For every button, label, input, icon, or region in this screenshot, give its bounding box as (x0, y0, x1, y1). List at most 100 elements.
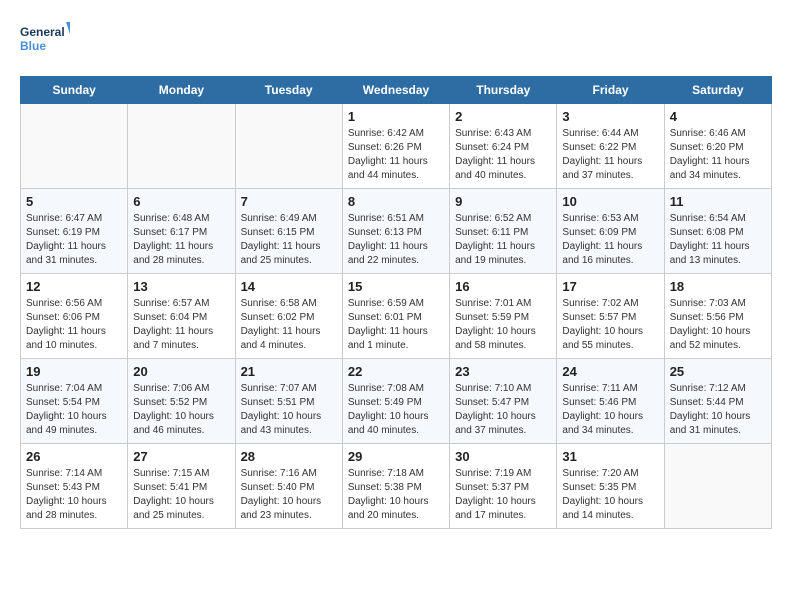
day-info: Sunrise: 7:07 AM Sunset: 5:51 PM Dayligh… (241, 382, 337, 438)
day-number: 26 (26, 449, 122, 464)
day-number: 17 (562, 279, 658, 294)
calendar-cell: 6 Sunrise: 6:48 AM Sunset: 6:17 PM Daylig… (128, 189, 235, 274)
day-info: Sunrise: 7:06 AM Sunset: 5:52 PM Dayligh… (133, 382, 229, 438)
calendar-cell: 7Sunrise: 6:49 AM Sunset: 6:15 PM Daylig… (235, 189, 342, 274)
calendar-cell: 27 Sunrise: 7:15 AM Sunset: 5:41 PM Dayli… (128, 444, 235, 529)
calendar-week-row: 1 Sunrise: 6:42 AM Sunset: 6:26 PM Daylig… (21, 104, 772, 189)
day-info: Sunrise: 7:08 AM Sunset: 5:49 PM Dayligh… (348, 382, 444, 438)
day-number: 18 (670, 279, 766, 294)
day-number: 27 (133, 449, 229, 464)
svg-text:General: General (20, 25, 65, 39)
calendar-cell: 23 Sunrise: 7:10 AM Sunset: 5:47 PM Dayli… (450, 359, 557, 444)
calendar-cell: 12Sunrise: 6:56 AM Sunset: 6:06 PM Dayli… (21, 274, 128, 359)
calendar-cell: 17Sunrise: 7:02 AM Sunset: 5:57 PM Dayli… (557, 274, 664, 359)
weekday-header: Saturday (664, 77, 771, 104)
day-info: Sunrise: 6:54 AM Sunset: 6:08 PM Dayligh… (670, 212, 766, 268)
calendar-cell: 21 Sunrise: 7:07 AM Sunset: 5:51 PM Dayli… (235, 359, 342, 444)
day-info: Sunrise: 7:14 AM Sunset: 5:43 PM Dayligh… (26, 467, 122, 523)
day-info: Sunrise: 6:43 AM Sunset: 6:24 PM Dayligh… (455, 127, 551, 183)
day-info: Sunrise: 7:11 AM Sunset: 5:46 PM Dayligh… (562, 382, 658, 438)
weekday-header: Thursday (450, 77, 557, 104)
day-number: 24 (562, 364, 658, 379)
day-info: Sunrise: 7:15 AM Sunset: 5:41 PM Dayligh… (133, 467, 229, 523)
day-number: 2 (455, 109, 551, 124)
day-info: Sunrise: 7:20 AM Sunset: 5:35 PM Dayligh… (562, 467, 658, 523)
day-number: 1 (348, 109, 444, 124)
calendar-cell: 13 Sunrise: 6:57 AM Sunset: 6:04 PM Dayli… (128, 274, 235, 359)
calendar-cell: 29 Sunrise: 7:18 AM Sunset: 5:38 PM Dayli… (342, 444, 449, 529)
calendar-cell: 3Sunrise: 6:44 AM Sunset: 6:22 PM Daylig… (557, 104, 664, 189)
day-info: Sunrise: 6:47 AM Sunset: 6:19 PM Dayligh… (26, 212, 122, 268)
calendar-cell: 9 Sunrise: 6:52 AM Sunset: 6:11 PM Daylig… (450, 189, 557, 274)
day-number: 21 (241, 364, 337, 379)
calendar-cell: 5 Sunrise: 6:47 AM Sunset: 6:19 PM Daylig… (21, 189, 128, 274)
day-number: 29 (348, 449, 444, 464)
calendar-cell: 4 Sunrise: 6:46 AM Sunset: 6:20 PM Daylig… (664, 104, 771, 189)
day-number: 13 (133, 279, 229, 294)
day-number: 10 (562, 194, 658, 209)
logo: General Blue (20, 20, 70, 60)
calendar-week-row: 26 Sunrise: 7:14 AM Sunset: 5:43 PM Dayli… (21, 444, 772, 529)
weekday-header: Sunday (21, 77, 128, 104)
weekday-header: Friday (557, 77, 664, 104)
calendar-cell: 31 Sunrise: 7:20 AM Sunset: 5:35 PM Dayli… (557, 444, 664, 529)
day-number: 6 (133, 194, 229, 209)
calendar-table: SundayMondayTuesdayWednesdayThursdayFrid… (20, 76, 772, 529)
calendar-cell: 24 Sunrise: 7:11 AM Sunset: 5:46 PM Dayli… (557, 359, 664, 444)
calendar-cell: 26 Sunrise: 7:14 AM Sunset: 5:43 PM Dayli… (21, 444, 128, 529)
calendar-cell: 22 Sunrise: 7:08 AM Sunset: 5:49 PM Dayli… (342, 359, 449, 444)
day-info: Sunrise: 6:58 AM Sunset: 6:02 PM Dayligh… (241, 297, 337, 353)
day-number: 15 (348, 279, 444, 294)
calendar-cell: 20 Sunrise: 7:06 AM Sunset: 5:52 PM Dayli… (128, 359, 235, 444)
calendar-week-row: 12Sunrise: 6:56 AM Sunset: 6:06 PM Dayli… (21, 274, 772, 359)
day-info: Sunrise: 6:52 AM Sunset: 6:11 PM Dayligh… (455, 212, 551, 268)
calendar-cell (235, 104, 342, 189)
calendar-cell: 28 Sunrise: 7:16 AM Sunset: 5:40 PM Dayli… (235, 444, 342, 529)
day-number: 5 (26, 194, 122, 209)
day-number: 9 (455, 194, 551, 209)
day-number: 23 (455, 364, 551, 379)
day-info: Sunrise: 6:57 AM Sunset: 6:04 PM Dayligh… (133, 297, 229, 353)
calendar-cell (21, 104, 128, 189)
weekday-header: Monday (128, 77, 235, 104)
page-header: General Blue (20, 20, 772, 60)
day-number: 11 (670, 194, 766, 209)
day-number: 28 (241, 449, 337, 464)
day-info: Sunrise: 6:48 AM Sunset: 6:17 PM Dayligh… (133, 212, 229, 268)
calendar-cell (664, 444, 771, 529)
day-info: Sunrise: 7:01 AM Sunset: 5:59 PM Dayligh… (455, 297, 551, 353)
calendar-cell: 25Sunrise: 7:12 AM Sunset: 5:44 PM Dayli… (664, 359, 771, 444)
weekday-header-row: SundayMondayTuesdayWednesdayThursdayFrid… (21, 77, 772, 104)
day-number: 16 (455, 279, 551, 294)
calendar-cell: 2 Sunrise: 6:43 AM Sunset: 6:24 PM Daylig… (450, 104, 557, 189)
day-number: 14 (241, 279, 337, 294)
day-number: 31 (562, 449, 658, 464)
day-number: 3 (562, 109, 658, 124)
calendar-cell: 19Sunrise: 7:04 AM Sunset: 5:54 PM Dayli… (21, 359, 128, 444)
calendar-week-row: 5 Sunrise: 6:47 AM Sunset: 6:19 PM Daylig… (21, 189, 772, 274)
day-info: Sunrise: 7:16 AM Sunset: 5:40 PM Dayligh… (241, 467, 337, 523)
calendar-cell: 8Sunrise: 6:51 AM Sunset: 6:13 PM Daylig… (342, 189, 449, 274)
day-info: Sunrise: 7:10 AM Sunset: 5:47 PM Dayligh… (455, 382, 551, 438)
weekday-header: Wednesday (342, 77, 449, 104)
day-info: Sunrise: 6:49 AM Sunset: 6:15 PM Dayligh… (241, 212, 337, 268)
calendar-cell: 16 Sunrise: 7:01 AM Sunset: 5:59 PM Dayli… (450, 274, 557, 359)
day-info: Sunrise: 7:19 AM Sunset: 5:37 PM Dayligh… (455, 467, 551, 523)
day-info: Sunrise: 6:56 AM Sunset: 6:06 PM Dayligh… (26, 297, 122, 353)
day-info: Sunrise: 7:12 AM Sunset: 5:44 PM Dayligh… (670, 382, 766, 438)
day-number: 20 (133, 364, 229, 379)
day-info: Sunrise: 6:46 AM Sunset: 6:20 PM Dayligh… (670, 127, 766, 183)
day-info: Sunrise: 6:51 AM Sunset: 6:13 PM Dayligh… (348, 212, 444, 268)
day-info: Sunrise: 6:59 AM Sunset: 6:01 PM Dayligh… (348, 297, 444, 353)
calendar-cell (128, 104, 235, 189)
calendar-cell: 18 Sunrise: 7:03 AM Sunset: 5:56 PM Dayli… (664, 274, 771, 359)
day-info: Sunrise: 7:18 AM Sunset: 5:38 PM Dayligh… (348, 467, 444, 523)
day-number: 4 (670, 109, 766, 124)
day-number: 22 (348, 364, 444, 379)
calendar-cell: 10Sunrise: 6:53 AM Sunset: 6:09 PM Dayli… (557, 189, 664, 274)
day-info: Sunrise: 6:42 AM Sunset: 6:26 PM Dayligh… (348, 127, 444, 183)
day-info: Sunrise: 7:03 AM Sunset: 5:56 PM Dayligh… (670, 297, 766, 353)
calendar-cell: 11 Sunrise: 6:54 AM Sunset: 6:08 PM Dayli… (664, 189, 771, 274)
logo-svg: General Blue (20, 20, 70, 60)
calendar-cell: 1 Sunrise: 6:42 AM Sunset: 6:26 PM Daylig… (342, 104, 449, 189)
